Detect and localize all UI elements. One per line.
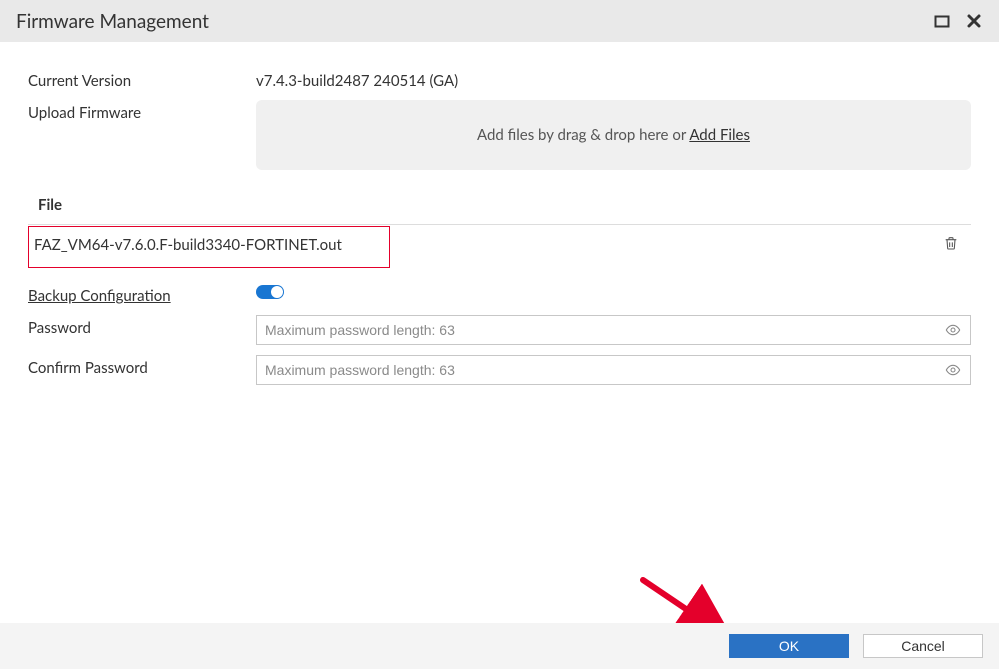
row-current-version: Current Version v7.4.3-build2487 240514 … bbox=[28, 68, 971, 90]
footer-bar: OK Cancel bbox=[0, 623, 999, 669]
password-eye-icon[interactable] bbox=[944, 322, 962, 338]
ok-button[interactable]: OK bbox=[729, 634, 849, 658]
row-password: Password bbox=[28, 315, 971, 345]
title-bar: Firmware Management bbox=[0, 0, 999, 42]
label-confirm-password: Confirm Password bbox=[28, 355, 256, 377]
page-title: Firmware Management bbox=[16, 10, 209, 33]
label-password: Password bbox=[28, 315, 256, 337]
upload-dropzone[interactable]: Add files by drag & drop here or Add Fil… bbox=[256, 100, 971, 170]
confirm-password-input-wrap bbox=[256, 355, 971, 385]
uploaded-file-name: FAZ_VM64-v7.6.0.F-build3340-FORTINET.out bbox=[34, 236, 342, 254]
add-files-link[interactable]: Add Files bbox=[689, 126, 750, 144]
label-current-version: Current Version bbox=[28, 68, 256, 90]
row-confirm-password: Confirm Password bbox=[28, 355, 971, 385]
file-table: FAZ_VM64-v7.6.0.F-build3340-FORTINET.out bbox=[28, 224, 971, 265]
dropzone-text: Add files by drag & drop here or bbox=[477, 126, 689, 144]
cancel-button[interactable]: Cancel bbox=[863, 634, 983, 658]
content-area: Current Version v7.4.3-build2487 240514 … bbox=[0, 42, 999, 385]
label-upload-firmware: Upload Firmware bbox=[28, 100, 256, 122]
password-input-wrap bbox=[256, 315, 971, 345]
label-file-header: File bbox=[38, 196, 971, 214]
close-icon[interactable] bbox=[965, 12, 983, 30]
confirm-password-input[interactable] bbox=[265, 362, 944, 378]
row-upload-firmware: Upload Firmware Add files by drag & drop… bbox=[28, 100, 971, 170]
delete-file-icon[interactable] bbox=[943, 235, 959, 255]
password-input[interactable] bbox=[265, 322, 944, 338]
label-backup-config: Backup Configuration bbox=[28, 283, 256, 305]
toggle-backup-config[interactable] bbox=[256, 285, 284, 299]
file-row: FAZ_VM64-v7.6.0.F-build3340-FORTINET.out bbox=[28, 225, 971, 265]
uploaded-file-name-text: FAZ_VM64-v7.6.0.F-build3340-FORTINET.out bbox=[34, 236, 342, 254]
maximize-icon[interactable] bbox=[933, 12, 951, 30]
value-current-version: v7.4.3-build2487 240514 (GA) bbox=[256, 68, 971, 90]
title-bar-actions bbox=[933, 12, 983, 30]
row-backup-config: Backup Configuration bbox=[28, 283, 971, 305]
confirm-password-eye-icon[interactable] bbox=[944, 362, 962, 378]
